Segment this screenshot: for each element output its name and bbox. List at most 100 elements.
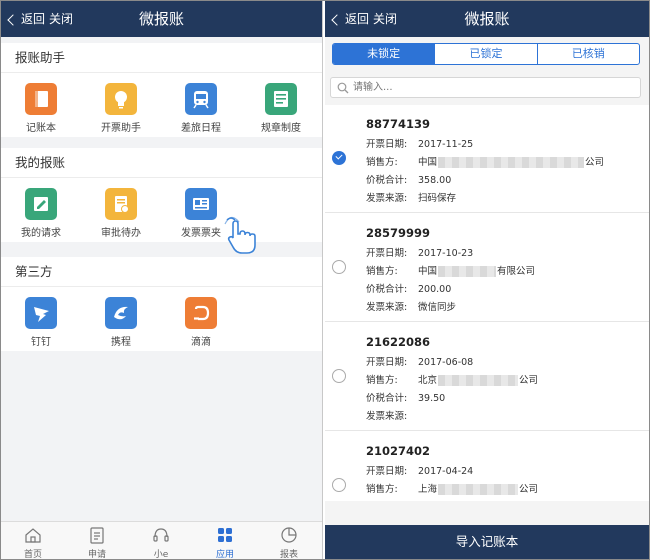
search-icon (337, 82, 349, 94)
tab-label: 首页 (23, 550, 42, 559)
field-label: 发票来源: (366, 411, 408, 422)
tab-home[interactable]: 首页 (1, 522, 65, 559)
tap-hand-icon (223, 212, 263, 256)
section-grid: 钉钉 携程 滴滴 (1, 287, 322, 351)
seller-prefix: 中国 (418, 266, 438, 277)
invoice-number: 28579999 (366, 226, 431, 240)
app-label: 携程 (111, 337, 131, 348)
seller-suffix: 公司 (519, 484, 539, 495)
invoice-card[interactable]: 21622086 开票日期: 2017-06-08 销售方: 北京 公司 价税合计: 3… (325, 323, 649, 431)
tab-label: 应用 (215, 550, 234, 559)
redacted-text (438, 266, 497, 277)
invoice-card[interactable]: 21027402 开票日期: 2017-04-24 销售方: 上海 公司 价税合计: (325, 432, 649, 501)
train-icon (185, 83, 217, 115)
invoice-seller-row: 销售方: 中国 公司 (366, 154, 604, 168)
invoice-date-row: 开票日期: 2017-06-08 (366, 354, 473, 368)
select-radio[interactable] (332, 260, 346, 274)
tab-assistant[interactable]: 小e (129, 522, 193, 559)
edit-icon (25, 188, 57, 220)
app-travel-schedule[interactable]: 差旅日程 (161, 73, 241, 137)
app-label: 开票助手 (101, 123, 141, 134)
select-radio[interactable] (332, 369, 346, 383)
app-regulations[interactable]: 规章制度 (241, 73, 321, 137)
back-button[interactable]: 返回 (331, 1, 369, 37)
seller-prefix: 上海 (418, 484, 438, 495)
back-button[interactable]: 返回 (7, 1, 45, 37)
invoice-card[interactable]: 28579999 开票日期: 2017-10-23 销售方: 中国 有限公司 价税合计… (325, 214, 649, 322)
ctrip-icon (105, 297, 137, 329)
select-radio[interactable] (332, 151, 346, 165)
apps-screen: 返回 关闭 微报账 报账助手 记账本 开票助手 差旅日程 规章制度 我的报账 我… (1, 1, 323, 559)
invoice-date: 2017-10-23 (418, 248, 474, 259)
header: 返回 关闭 微报账 (325, 1, 649, 37)
chevron-left-icon (7, 13, 19, 26)
invoice-list: 88774139 开票日期: 2017-11-25 销售方: 中国 公司 价税合计: 3… (325, 105, 649, 501)
field-label: 销售方: (366, 157, 398, 168)
header: 返回 关闭 微报账 (1, 1, 322, 37)
field-label: 开票日期: (366, 466, 408, 477)
redacted-text (438, 157, 585, 168)
tab-locked[interactable]: 已锁定 (434, 44, 536, 64)
app-invoice-helper[interactable]: 开票助手 (81, 73, 161, 137)
field-label: 开票日期: (366, 139, 408, 150)
app-notebook[interactable]: 记账本 (1, 73, 81, 137)
field-label: 开票日期: (366, 357, 408, 368)
invoice-date: 2017-04-24 (418, 466, 474, 477)
app-label: 差旅日程 (181, 123, 221, 134)
invoice-number: 21027402 (366, 444, 431, 458)
field-label: 价税合计: (366, 393, 408, 404)
app-my-requests[interactable]: 我的请求 (1, 178, 81, 242)
app-label: 钉钉 (31, 337, 51, 348)
close-button[interactable]: 关闭 (49, 1, 73, 37)
invoice-date-row: 开票日期: 2017-10-23 (366, 245, 473, 259)
home-icon (25, 528, 41, 543)
field-label: 销售方: (366, 375, 398, 386)
invoice-folder-icon (185, 188, 217, 220)
tab-apply[interactable]: 申请 (65, 522, 129, 559)
invoice-source: 微信同步 (418, 302, 457, 313)
app-dingtalk[interactable]: 钉钉 (1, 287, 81, 351)
tab-written-off[interactable]: 已核销 (536, 44, 639, 64)
invoice-source: 扫码保存 (418, 193, 457, 204)
chevron-left-icon (331, 13, 343, 26)
field-label: 价税合计: (366, 175, 408, 186)
invoice-source-row: 发票来源: (366, 408, 418, 422)
section-title: 第三方 (1, 257, 322, 287)
invoice-total-row: 价税合计: 200.00 (366, 281, 451, 295)
close-button[interactable]: 关闭 (373, 1, 397, 37)
app-approvals[interactable]: 审批待办 (81, 178, 161, 242)
app-didi[interactable]: 滴滴 (161, 287, 241, 351)
apps-icon (218, 528, 232, 542)
bottom-tab-bar: 首页 申请 小e 应用 报表 (1, 521, 322, 559)
didi-icon (185, 297, 217, 329)
invoice-card[interactable]: 88774139 开票日期: 2017-11-25 销售方: 中国 公司 价税合计: 3… (325, 105, 649, 213)
search-input[interactable] (353, 79, 633, 96)
app-label: 审批待办 (101, 228, 141, 239)
app-label: 我的请求 (21, 228, 61, 239)
seller-suffix: 有限公司 (497, 266, 536, 277)
approval-icon (105, 188, 137, 220)
invoice-number: 88774139 (366, 117, 431, 131)
invoice-number: 21622086 (366, 335, 431, 349)
tab-reports[interactable]: 报表 (257, 522, 321, 559)
seller-suffix: 公司 (519, 375, 539, 386)
invoice-total: 358.00 (418, 175, 452, 186)
invoice-date: 2017-11-25 (418, 139, 474, 150)
tab-unlocked[interactable]: 未锁定 (333, 44, 435, 64)
invoice-folder-screen: 返回 关闭 微报账 未锁定 已锁定 已核销 88774139 开票日期: 2017… (325, 1, 649, 559)
dingtalk-icon (25, 297, 57, 329)
import-to-notebook-button[interactable]: 导入记账本 (325, 525, 649, 559)
tab-label: 小e (153, 550, 169, 559)
invoice-source-row: 发票来源: 微信同步 (366, 299, 456, 313)
field-label: 开票日期: (366, 248, 408, 259)
tab-label: 报表 (279, 550, 298, 559)
select-radio[interactable] (332, 478, 346, 492)
field-label: 价税合计: (366, 284, 408, 295)
headset-icon (153, 528, 169, 542)
invoice-seller-row: 销售方: 北京 公司 (366, 372, 538, 386)
lightbulb-icon (105, 83, 137, 115)
app-label: 规章制度 (261, 123, 301, 134)
document-list-icon (265, 83, 297, 115)
tab-apps[interactable]: 应用 (193, 522, 257, 559)
app-ctrip[interactable]: 携程 (81, 287, 161, 351)
